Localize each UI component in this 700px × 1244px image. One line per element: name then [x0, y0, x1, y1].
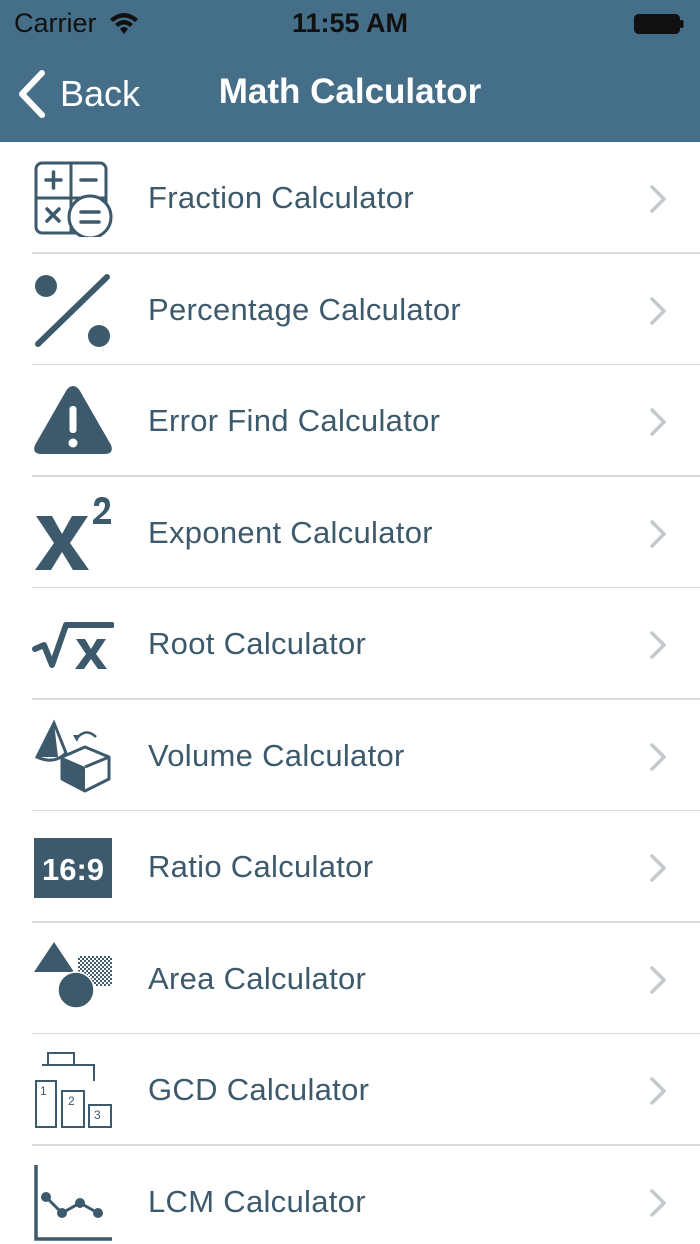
page-title: Math Calculator	[218, 72, 482, 111]
list-item-error-find-calculator[interactable]: Error Find Calculator	[0, 365, 700, 477]
navigation-bar: Back Math Calculator	[0, 46, 700, 142]
podium-number: 2	[68, 1094, 75, 1108]
exponent-icon	[35, 496, 111, 570]
list-item-lcm-calculator[interactable]: LCM Calculator	[0, 1146, 700, 1244]
chevron-right-icon	[650, 519, 666, 548]
percentage-icon	[35, 273, 110, 347]
list-item-percentage-calculator[interactable]: Percentage Calculator	[0, 254, 700, 365]
list-item-volume-calculator[interactable]: Volume Calculator	[0, 700, 700, 811]
chevron-right-icon	[650, 854, 666, 882]
header: Carrier 11:55 AM Back Math Calculator	[0, 0, 700, 142]
list-item-label: Error Find Calculator	[148, 403, 441, 438]
chevron-right-icon	[650, 185, 666, 213]
cube-cone-icon	[34, 718, 111, 792]
list-item-label: Volume Calculator	[148, 737, 405, 773]
list-item-label: Fraction Calculator	[148, 180, 414, 215]
status-bar: Carrier 11:55 AM	[0, 0, 700, 46]
list-item-area-calculator[interactable]: Area Calculator	[0, 923, 700, 1034]
chevron-right-icon	[650, 1077, 666, 1105]
list-item-label: Percentage Calculator	[148, 291, 462, 327]
list-item-root-calculator[interactable]: Root Calculator	[0, 588, 700, 700]
podium-number: 3	[94, 1108, 101, 1122]
list-item-label: Exponent Calculator	[148, 514, 433, 550]
podium-number: 1	[40, 1084, 47, 1098]
list-item-ratio-calculator[interactable]: 16:9 Ratio Calculator	[0, 811, 700, 923]
list-item-label: Root Calculator	[148, 626, 367, 661]
list-item-fraction-calculator[interactable]: Fraction Calculator	[0, 142, 700, 254]
line-graph-icon	[34, 1164, 112, 1241]
status-time: 11:55 AM	[291, 8, 409, 38]
ratio-icon-text: 16:9	[42, 852, 104, 887]
ratio-icon: 16:9	[34, 838, 112, 898]
chevron-right-icon	[650, 631, 666, 659]
battery-icon	[634, 14, 684, 34]
podium-icon: 1 2 3	[35, 1052, 112, 1128]
list-item-gcd-calculator[interactable]: 1 2 3 GCD Calculator	[0, 1034, 700, 1146]
square-root-icon	[32, 622, 114, 669]
shapes-icon	[34, 941, 112, 1009]
chevron-right-icon	[650, 408, 666, 436]
chevron-right-icon	[650, 965, 666, 994]
chevron-right-icon	[650, 296, 666, 325]
fraction-icon	[34, 161, 113, 237]
calculator-list: Fraction Calculator Percentage Calculato…	[0, 142, 700, 1244]
list-item-label: GCD Calculator	[148, 1072, 370, 1107]
chevron-right-icon	[650, 742, 666, 771]
chevron-right-icon	[650, 1188, 666, 1217]
list-item-label: Ratio Calculator	[148, 849, 374, 884]
list-item-exponent-calculator[interactable]: Exponent Calculator	[0, 477, 700, 588]
warning-icon	[34, 386, 112, 454]
list-item-label: LCM Calculator	[148, 1183, 366, 1219]
list-item-label: Area Calculator	[148, 960, 367, 996]
